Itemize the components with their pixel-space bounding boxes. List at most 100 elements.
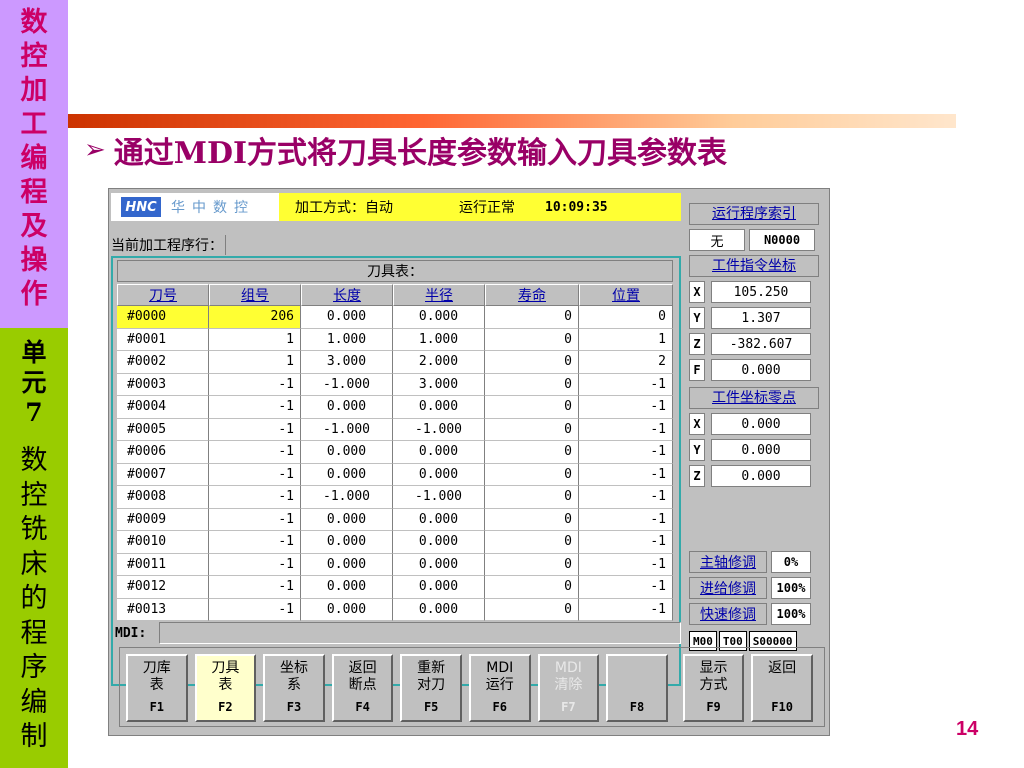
radius-cell[interactable]: 1.000 (393, 328, 485, 351)
table-row[interactable]: #0006 -1 0.000 0.000 0 -1 (117, 441, 673, 464)
life-cell[interactable]: 0 (485, 463, 579, 486)
group-cell[interactable]: -1 (209, 553, 301, 576)
length-cell[interactable]: -1.000 (301, 418, 393, 441)
radius-cell[interactable]: 2.000 (393, 351, 485, 374)
tool-number-cell[interactable]: #0013 (117, 598, 209, 621)
position-cell[interactable]: -1 (579, 396, 673, 419)
radius-cell[interactable]: 0.000 (393, 576, 485, 599)
radius-cell[interactable]: 0.000 (393, 441, 485, 464)
group-cell[interactable]: -1 (209, 486, 301, 509)
position-cell[interactable]: -1 (579, 486, 673, 509)
fkey-f10-button[interactable]: 返回 F10 (751, 654, 813, 722)
table-row[interactable]: #0001 1 1.000 1.000 0 1 (117, 328, 673, 351)
life-cell[interactable]: 0 (485, 373, 579, 396)
col-header-length[interactable]: 长度 (301, 284, 393, 306)
fkey-f3-button[interactable]: 坐标系 F3 (263, 654, 325, 722)
tool-number-cell[interactable]: #0007 (117, 463, 209, 486)
length-cell[interactable]: -1.000 (301, 373, 393, 396)
table-row[interactable]: #0011 -1 0.000 0.000 0 -1 (117, 553, 673, 576)
col-header-tool[interactable]: 刀号 (117, 284, 209, 306)
radius-cell[interactable]: 0.000 (393, 553, 485, 576)
table-row[interactable]: #0007 -1 0.000 0.000 0 -1 (117, 463, 673, 486)
group-cell[interactable]: -1 (209, 576, 301, 599)
length-cell[interactable]: 0.000 (301, 553, 393, 576)
fkey-f2-button[interactable]: 刀具表 F2 (194, 654, 257, 722)
tool-number-cell[interactable]: #0001 (117, 328, 209, 351)
length-cell[interactable]: 0.000 (301, 396, 393, 419)
group-cell[interactable]: 206 (209, 306, 301, 329)
group-cell[interactable]: 1 (209, 328, 301, 351)
radius-cell[interactable]: 0.000 (393, 598, 485, 621)
mdi-input[interactable] (159, 622, 681, 644)
life-cell[interactable]: 0 (485, 396, 579, 419)
radius-cell[interactable]: 0.000 (393, 396, 485, 419)
length-cell[interactable]: 0.000 (301, 598, 393, 621)
tool-number-cell[interactable]: #0000 (117, 306, 209, 329)
fkey-f1-button[interactable]: 刀库表 F1 (126, 654, 188, 722)
col-header-radius[interactable]: 半径 (393, 284, 485, 306)
length-cell[interactable]: 3.000 (301, 351, 393, 374)
life-cell[interactable]: 0 (485, 531, 579, 554)
col-header-group[interactable]: 组号 (209, 284, 301, 306)
group-cell[interactable]: -1 (209, 508, 301, 531)
life-cell[interactable]: 0 (485, 351, 579, 374)
table-row[interactable]: #0005 -1 -1.000 -1.000 0 -1 (117, 418, 673, 441)
length-cell[interactable]: 0.000 (301, 508, 393, 531)
position-cell[interactable]: -1 (579, 576, 673, 599)
tool-number-cell[interactable]: #0011 (117, 553, 209, 576)
position-cell[interactable]: 1 (579, 328, 673, 351)
table-row[interactable]: #0009 -1 0.000 0.000 0 -1 (117, 508, 673, 531)
radius-cell[interactable]: 0.000 (393, 508, 485, 531)
group-cell[interactable]: -1 (209, 463, 301, 486)
position-cell[interactable]: -1 (579, 598, 673, 621)
table-row[interactable]: #0003 -1 -1.000 3.000 0 -1 (117, 373, 673, 396)
life-cell[interactable]: 0 (485, 441, 579, 464)
group-cell[interactable]: -1 (209, 418, 301, 441)
group-cell[interactable]: 1 (209, 351, 301, 374)
table-row[interactable]: #0013 -1 0.000 0.000 0 -1 (117, 598, 673, 621)
radius-cell[interactable]: 0.000 (393, 531, 485, 554)
position-cell[interactable]: -1 (579, 553, 673, 576)
group-cell[interactable]: -1 (209, 441, 301, 464)
table-row[interactable]: #0010 -1 0.000 0.000 0 -1 (117, 531, 673, 554)
position-cell[interactable]: -1 (579, 441, 673, 464)
length-cell[interactable]: 0.000 (301, 306, 393, 329)
life-cell[interactable]: 0 (485, 486, 579, 509)
life-cell[interactable]: 0 (485, 598, 579, 621)
fkey-f8-button[interactable]: F8 (606, 654, 668, 722)
group-cell[interactable]: -1 (209, 373, 301, 396)
length-cell[interactable]: 0.000 (301, 463, 393, 486)
fkey-f4-button[interactable]: 返回 断点 F4 (331, 654, 394, 722)
position-cell[interactable]: -1 (579, 373, 673, 396)
tool-number-cell[interactable]: #0005 (117, 418, 209, 441)
group-cell[interactable]: -1 (209, 598, 301, 621)
tool-number-cell[interactable]: #0003 (117, 373, 209, 396)
group-cell[interactable]: -1 (209, 531, 301, 554)
tool-number-cell[interactable]: #0009 (117, 508, 209, 531)
table-row[interactable]: #0004 -1 0.000 0.000 0 -1 (117, 396, 673, 419)
length-cell[interactable]: 0.000 (301, 441, 393, 464)
radius-cell[interactable]: 0.000 (393, 306, 485, 329)
position-cell[interactable]: 0 (579, 306, 673, 329)
length-cell[interactable]: 0.000 (301, 531, 393, 554)
radius-cell[interactable]: 3.000 (393, 373, 485, 396)
radius-cell[interactable]: -1.000 (393, 486, 485, 509)
life-cell[interactable]: 0 (485, 508, 579, 531)
radius-cell[interactable]: -1.000 (393, 418, 485, 441)
position-cell[interactable]: -1 (579, 508, 673, 531)
table-row[interactable]: #0012 -1 0.000 0.000 0 -1 (117, 576, 673, 599)
position-cell[interactable]: -1 (579, 531, 673, 554)
tool-number-cell[interactable]: #0008 (117, 486, 209, 509)
table-row[interactable]: #0002 1 3.000 2.000 0 2 (117, 351, 673, 374)
tool-number-cell[interactable]: #0010 (117, 531, 209, 554)
tool-number-cell[interactable]: #0006 (117, 441, 209, 464)
length-cell[interactable]: 0.000 (301, 576, 393, 599)
position-cell[interactable]: -1 (579, 463, 673, 486)
fkey-f6-button[interactable]: MDI 运行 F6 (468, 654, 531, 722)
life-cell[interactable]: 0 (485, 576, 579, 599)
length-cell[interactable]: -1.000 (301, 486, 393, 509)
col-header-life[interactable]: 寿命 (485, 284, 579, 306)
group-cell[interactable]: -1 (209, 396, 301, 419)
life-cell[interactable]: 0 (485, 553, 579, 576)
tool-number-cell[interactable]: #0002 (117, 351, 209, 374)
